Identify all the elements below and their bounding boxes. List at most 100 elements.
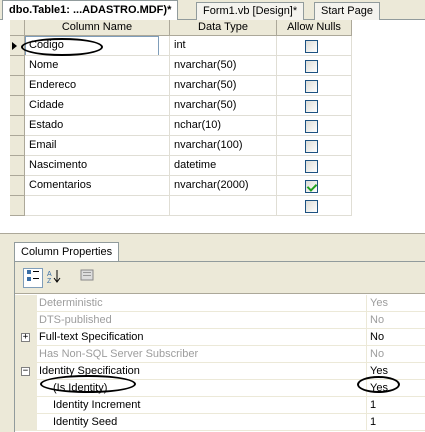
data-type-header[interactable]: Data Type [170,20,277,36]
property-name: Deterministic [37,295,367,312]
expand-icon[interactable]: + [21,333,30,342]
property-value[interactable]: 1 [367,414,425,431]
property-name: Identity Specification [37,363,367,380]
column-properties-panel: Column Properties AZ Deterministic Yes DTS… [0,233,425,432]
row-selector[interactable] [10,96,25,116]
allow-nulls-checkbox[interactable] [305,180,318,193]
allow-nulls-header[interactable]: Allow Nulls [277,20,352,36]
property-row[interactable]: + Full-text Specification No [15,329,425,346]
property-gutter [15,295,37,312]
categorized-icon[interactable] [23,268,43,288]
document-tab-bar: dbo.Table1: ...ADASTRO.MDF)* Form1.vb [D… [0,0,425,21]
row-selector[interactable] [10,116,25,136]
allow-nulls-checkbox[interactable] [305,60,318,73]
property-row[interactable]: (Is Identity) Yes [15,380,425,397]
allow-nulls-checkbox[interactable] [305,100,318,113]
property-row[interactable]: Deterministic Yes [15,295,425,312]
property-row[interactable]: Has Non-SQL Server Subscriber No [15,346,425,363]
allow-nulls-cell [277,196,352,216]
property-gutter [15,397,37,414]
allow-nulls-checkbox[interactable] [305,140,318,153]
allow-nulls-checkbox[interactable] [305,80,318,93]
property-row[interactable]: Identity Increment 1 [15,397,425,414]
property-value[interactable]: No [367,346,425,363]
column-name-cell[interactable]: Nascimento [25,156,170,176]
svg-text:Z: Z [47,278,52,283]
property-gutter: + [15,329,37,346]
allow-nulls-checkbox[interactable] [305,200,318,213]
allow-nulls-cell [277,136,352,156]
column-name-cell[interactable]: Email [25,136,170,156]
property-gutter [15,346,37,363]
column-name-header[interactable]: Column Name [25,20,170,36]
property-name: DTS-published [37,312,367,329]
column-name-cell[interactable]: Estado [25,116,170,136]
allow-nulls-cell [277,56,352,76]
property-name: Full-text Specification [37,329,367,346]
column-name-cell[interactable]: Nome [25,56,170,76]
collapse-icon[interactable]: − [21,367,30,376]
table-row[interactable]: Nome nvarchar(50) [10,56,352,76]
property-pages-icon[interactable] [77,268,97,288]
property-name: Identity Increment [37,397,367,414]
table-row[interactable]: Comentarios nvarchar(2000) [10,176,352,196]
table-row[interactable]: Email nvarchar(100) [10,136,352,156]
allow-nulls-checkbox[interactable] [305,160,318,173]
table-row[interactable]: Nascimento datetime [10,156,352,176]
property-name: (Is Identity) [37,380,367,397]
row-selector[interactable] [10,156,25,176]
property-toolbar: AZ [15,262,425,294]
row-selector[interactable] [10,136,25,156]
column-name-cell[interactable] [25,196,170,216]
property-value[interactable]: No [367,312,425,329]
svg-text:A: A [47,271,52,278]
data-type-cell[interactable]: int [170,36,277,56]
property-value[interactable]: Yes [367,295,425,312]
property-name: Has Non-SQL Server Subscriber [37,346,367,363]
data-type-cell[interactable]: nvarchar(100) [170,136,277,156]
tab-start-page[interactable]: Start Page [314,2,380,20]
column-name-cell[interactable]: Cidade [25,96,170,116]
table-row[interactable] [10,196,352,216]
tab-form1-design[interactable]: Form1.vb [Design]* [196,2,305,20]
table-row[interactable]: Estado nchar(10) [10,116,352,136]
data-type-cell[interactable]: nvarchar(2000) [170,176,277,196]
property-row[interactable]: DTS-published No [15,312,425,329]
table-row[interactable]: Cidade nvarchar(50) [10,96,352,116]
row-selector[interactable] [10,36,25,56]
allow-nulls-cell [277,76,352,96]
tab-column-properties[interactable]: Column Properties [14,242,120,262]
row-selector[interactable] [10,196,25,216]
table-designer-grid-area: Column Name Data Type Allow Nulls Codigo… [0,20,425,233]
row-selector[interactable] [10,76,25,96]
row-selector[interactable] [10,56,25,76]
column-name-cell[interactable]: Endereco [25,76,170,96]
tab-table1-design[interactable]: dbo.Table1: ...ADASTRO.MDF)* [2,0,179,21]
column-name-cell[interactable]: Comentarios [25,176,170,196]
column-name-cell[interactable]: Codigo [25,36,170,56]
allow-nulls-checkbox[interactable] [305,120,318,133]
data-type-cell[interactable]: nvarchar(50) [170,76,277,96]
property-gutter [15,380,37,397]
property-value[interactable]: 1 [367,397,425,414]
data-type-cell[interactable] [170,196,277,216]
property-value[interactable]: Yes [367,363,425,380]
alphabetical-icon[interactable]: AZ [44,268,64,288]
property-value[interactable]: Yes [367,380,425,397]
table-row[interactable]: Codigo int [10,36,352,56]
allow-nulls-cell [277,156,352,176]
property-gutter [15,312,37,329]
property-value[interactable]: No [367,329,425,346]
property-row[interactable]: Identity Seed 1 [15,414,425,431]
data-type-cell[interactable]: nvarchar(50) [170,56,277,76]
data-type-cell[interactable]: nvarchar(50) [170,96,277,116]
property-grid: AZ Deterministic Yes DTS-published No + Full-… [14,261,425,432]
table-row[interactable]: Endereco nvarchar(50) [10,76,352,96]
data-type-cell[interactable]: nchar(10) [170,116,277,136]
allow-nulls-checkbox[interactable] [305,40,318,53]
allow-nulls-cell [277,96,352,116]
property-row[interactable]: − Identity Specification Yes [15,363,425,380]
data-type-cell[interactable]: datetime [170,156,277,176]
row-selector[interactable] [10,176,25,196]
allow-nulls-cell [277,36,352,56]
